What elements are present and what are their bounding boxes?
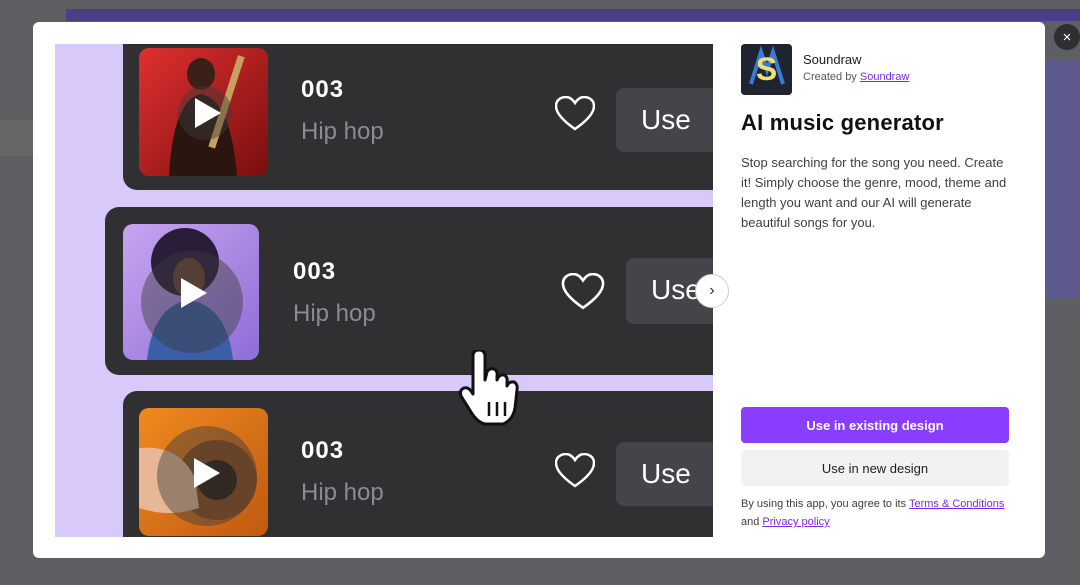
track-genre: Hip hop: [293, 300, 376, 327]
track-card: 003 Hip hop Use: [105, 207, 713, 375]
created-by: Created by Soundraw: [803, 71, 909, 83]
chevron-right-icon: ›: [709, 282, 715, 299]
use-track-button[interactable]: Use: [616, 88, 713, 152]
close-icon: ×: [1062, 28, 1072, 46]
terms-link[interactable]: Terms & Conditions: [909, 498, 1004, 510]
use-in-existing-design-button[interactable]: Use in existing design: [741, 407, 1009, 443]
svg-text:S: S: [756, 51, 777, 87]
track-thumbnail[interactable]: [139, 408, 268, 536]
created-by-label: Created by: [803, 71, 857, 83]
play-icon: [195, 98, 221, 128]
heart-icon[interactable]: [555, 453, 595, 489]
heart-icon[interactable]: [561, 273, 605, 311]
heart-icon[interactable]: [555, 96, 595, 132]
app-title: AI music generator: [741, 110, 944, 135]
track-thumbnail[interactable]: [139, 48, 268, 176]
soundraw-logo-icon: S: [741, 44, 792, 95]
creator-link[interactable]: Soundraw: [860, 71, 910, 83]
terms-notice: By using this app, you agree to its Term…: [741, 495, 1009, 531]
track-number: 003: [301, 437, 345, 464]
track-genre: Hip hop: [301, 118, 384, 145]
terms-prefix: By using this app, you agree to its: [741, 498, 907, 510]
app-name: Soundraw: [803, 52, 862, 67]
app-preview-area: 003 Hip hop Use 003 Hip hop Use 003 Hip …: [55, 44, 713, 537]
hand-cursor-icon: [459, 350, 519, 426]
background-header-bar: [66, 9, 1080, 21]
track-genre: Hip hop: [301, 479, 384, 506]
track-number: 003: [301, 76, 345, 103]
app-description: Stop searching for the song you need. Cr…: [741, 155, 1007, 230]
use-track-button[interactable]: Use: [616, 442, 713, 506]
background-side-panel: [1044, 60, 1080, 298]
track-card: 003 Hip hop Use: [123, 44, 713, 190]
track-thumbnail[interactable]: [123, 224, 259, 360]
privacy-policy-link[interactable]: Privacy policy: [762, 516, 829, 528]
close-button[interactable]: ×: [1054, 24, 1080, 50]
next-slide-button[interactable]: ›: [695, 274, 729, 308]
background-left-strip: [0, 120, 33, 156]
app-details-modal: 003 Hip hop Use 003 Hip hop Use 003 Hip …: [33, 22, 1045, 558]
play-icon: [194, 458, 220, 488]
track-card: 003 Hip hop Use: [123, 391, 713, 537]
track-number: 003: [293, 258, 337, 285]
use-in-new-design-button[interactable]: Use in new design: [741, 450, 1009, 486]
play-icon: [181, 278, 207, 308]
terms-and: and: [741, 516, 760, 528]
